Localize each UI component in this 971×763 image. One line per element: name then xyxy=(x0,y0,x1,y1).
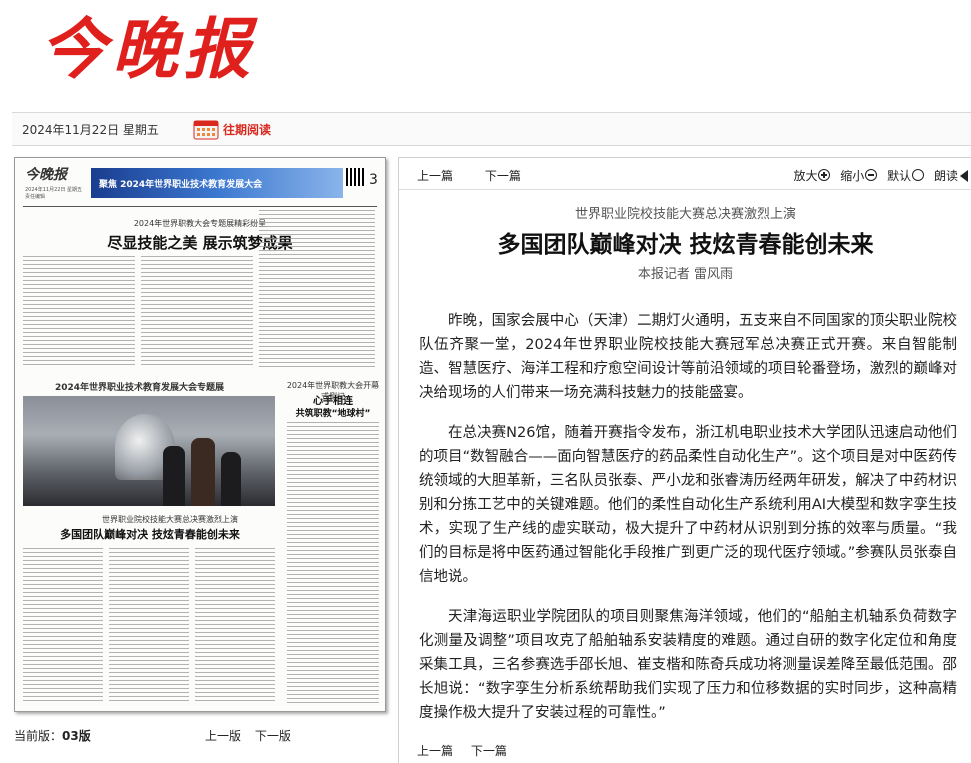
article3-text-col2 xyxy=(109,548,189,704)
speaker-icon xyxy=(960,170,968,182)
qr-code-icon xyxy=(346,168,364,186)
photo-section-title: 2024年世界职业技术教育发展大会专题展 xyxy=(55,383,225,393)
page-theme-band: 聚焦 2024年世界职业技术教育发展大会 xyxy=(91,168,343,198)
article3-text-col3 xyxy=(195,548,275,704)
article-body: 昨晚，国家会展中心（天津）二期灯火通明，五支来自不同国家的顶尖职业院校队伍齐聚一… xyxy=(419,309,957,741)
article3-text-col1 xyxy=(23,548,103,704)
photo-person xyxy=(191,438,215,506)
calendar-icon[interactable] xyxy=(193,118,219,140)
article-headline: 多国团队巅峰对决 技炫青春能创未来 xyxy=(497,232,874,258)
reading-tools: 放大 缩小 默认 朗读 xyxy=(787,167,968,184)
article-nav-top: 上一篇 下一篇 xyxy=(417,167,549,184)
photo-person xyxy=(163,446,185,506)
zoom-in-label: 放大 xyxy=(793,169,818,183)
article-paragraph: 天津海运职业学院团队的项目则聚焦海洋领域，他们的“船舶主机轴系负荷数字化测量及调… xyxy=(419,609,957,721)
article-reader: 上一篇 下一篇 放大 缩小 默认 朗读 世界职业院校技能大赛总决赛激烈上演 多国… xyxy=(398,157,971,763)
masthead-title: 今晚报 xyxy=(40,10,256,88)
page-theme-title: 聚焦 2024年世界职业技术教育发展大会 xyxy=(99,180,263,190)
article-paragraph: 在总决赛N26馆，随着开赛指令发布，浙江机电职业技术大学团队迅速启动他们的项目“… xyxy=(419,425,957,585)
prev-article-link[interactable]: 上一篇 xyxy=(417,169,453,183)
article1-text-col1 xyxy=(23,256,135,368)
prev-article-link-bottom[interactable]: 上一篇 xyxy=(417,744,453,758)
current-page-label: 当前版： xyxy=(14,729,63,743)
photo-person xyxy=(221,452,241,506)
article-byline: 本报记者 雷风雨 xyxy=(637,267,734,282)
page-logo: 今晚报 xyxy=(25,167,67,183)
zoom-out-button[interactable]: 缩小 xyxy=(840,169,878,183)
issue-date: 2024年11月22日 星期五 xyxy=(22,123,159,137)
article-paragraph: 昨晚，国家会展中心（天津）二期灯火通明，五支来自不同国家的顶尖职业院校队伍齐聚一… xyxy=(419,313,957,401)
minus-icon xyxy=(865,169,878,181)
prev-page-link[interactable]: 上一版 xyxy=(205,729,241,743)
current-page-indicator: 当前版：03版 xyxy=(14,727,91,744)
zoom-in-button[interactable]: 放大 xyxy=(793,169,831,183)
read-aloud-label: 朗读 xyxy=(933,169,958,183)
plus-icon xyxy=(818,169,831,181)
next-article-link[interactable]: 下一篇 xyxy=(485,169,521,183)
article3-headline[interactable]: 多国团队巅峰对决 技炫青春能创未来 xyxy=(35,526,265,542)
newspaper-masthead-logo: 今晚报 xyxy=(40,6,300,92)
article2-headline-a[interactable]: 心手相连 xyxy=(285,392,381,407)
article2-headline-b[interactable]: 共筑职教“地球村” xyxy=(285,406,381,419)
zoom-out-label: 缩小 xyxy=(840,169,865,183)
page-nav: 上一版 下一版 xyxy=(205,727,301,744)
page-divider xyxy=(23,206,377,207)
read-aloud-button[interactable]: 朗读 xyxy=(934,169,968,183)
next-article-link-bottom[interactable]: 下一篇 xyxy=(471,744,507,758)
article2-text xyxy=(287,422,379,704)
date-bar: 2024年11月22日 星期五 往期阅读 xyxy=(12,112,971,146)
default-size-label: 默认 xyxy=(887,169,912,183)
nav-divider xyxy=(399,189,971,190)
article3-kicker[interactable]: 世界职业院校技能大赛总决赛激烈上演 xyxy=(65,514,275,525)
circle-icon xyxy=(912,169,925,181)
past-issues-link[interactable]: 往期阅读 xyxy=(223,121,271,138)
article-nav-bottom: 上一篇 下一篇 xyxy=(417,742,521,759)
next-page-link[interactable]: 下一版 xyxy=(255,729,291,743)
default-size-button[interactable]: 默认 xyxy=(887,169,925,183)
article1-text-col2 xyxy=(141,256,253,368)
page-number: 3 xyxy=(369,172,378,188)
article-subhead: 世界职业院校技能大赛总决赛激烈上演 xyxy=(574,207,796,222)
article1-text-col3 xyxy=(259,210,375,370)
page-banner: 今晚报 2024年11月22日 星期五 责任编辑 聚焦 2024年世界职业技术教… xyxy=(15,158,385,206)
expo-photo[interactable] xyxy=(23,396,275,506)
page-thumbnail[interactable]: 今晚报 2024年11月22日 星期五 责任编辑 聚焦 2024年世界职业技术教… xyxy=(14,157,386,712)
page-meta: 2024年11月22日 星期五 责任编辑 xyxy=(25,187,83,200)
current-page-value: 03版 xyxy=(62,729,91,743)
